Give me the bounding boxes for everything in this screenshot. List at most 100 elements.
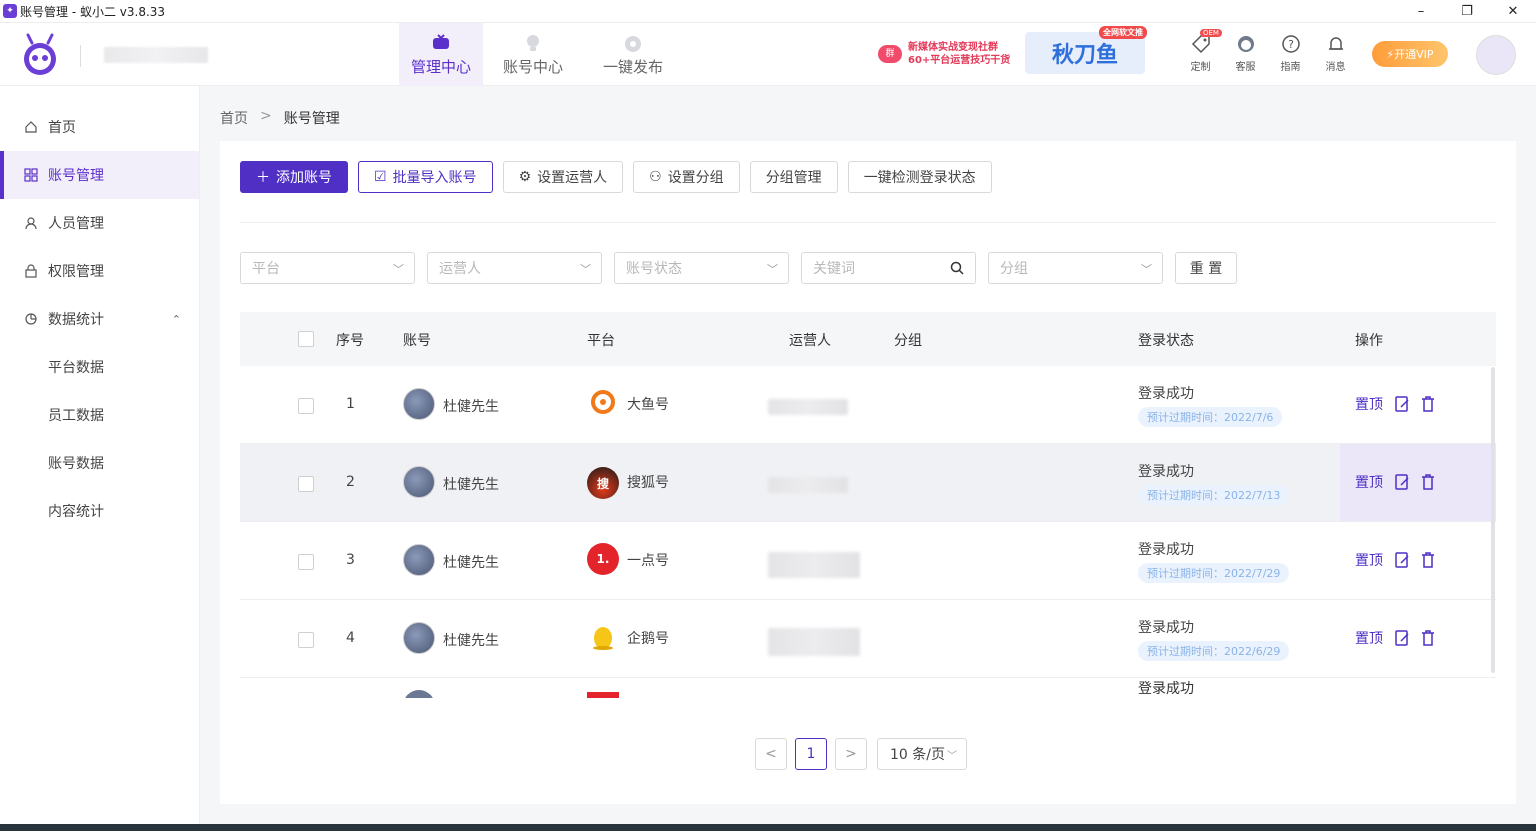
user-avatar[interactable] [1476,35,1516,75]
button-label: 设置运营人 [537,170,608,186]
ant-logo-icon[interactable] [18,31,62,79]
next-page-button[interactable]: > [835,738,867,770]
sidebar-subitem-account-data[interactable]: 账号数据 [0,439,199,487]
table-row: 2 杜健先生 搜 搜狐号 登录成功 预计过期时间：2022/7/13 置顶 [240,444,1496,522]
select-all-checkbox[interactable] [298,331,314,347]
avatar [403,544,435,576]
header-operations: 操作 [1355,333,1383,349]
add-account-button[interactable]: ＋ 添加账号 [240,161,348,193]
vip-label: 开通VIP [1394,48,1434,61]
group-select[interactable]: 分组 ﹀ [988,252,1163,284]
sidebar: 首页 账号管理 人员管理 权限管理 数据统计 ⌃ 平台数据 员工数据 账号数据 … [0,86,200,824]
tab-account-center[interactable]: 账号中心 [483,23,583,86]
bulk-import-button[interactable]: ☑ 批量导入账号 [358,161,493,193]
row-operations: 置顶 [1355,550,1445,570]
platform-select[interactable]: 平台 ﹀ [240,252,415,284]
trash-icon[interactable] [1419,395,1437,413]
table-row: 1 杜健先生 大鱼号 登录成功 预计过期时间：2022/7/6 置顶 [240,366,1496,444]
edit-icon[interactable] [1393,473,1411,491]
header-login-status: 登录状态 [1138,333,1194,349]
sidebar-item-home[interactable]: 首页 [0,103,199,151]
support-button[interactable]: 客服 [1223,33,1268,73]
sidebar-subitem-platform-data[interactable]: 平台数据 [0,343,199,391]
sidebar-item-data-statistics[interactable]: 数据统计 ⌃ [0,295,199,343]
home-icon [25,121,37,133]
open-vip-button[interactable]: ⚡ 开通VIP [1372,41,1448,67]
table-scrollbar[interactable] [1491,367,1495,673]
chevron-up-icon: ⌃ [171,312,181,326]
svg-text:?: ? [1288,38,1294,51]
row-checkbox[interactable] [298,632,314,648]
avatar [403,622,435,654]
tab-one-click-publish[interactable]: 一键发布 [583,23,683,86]
qiudaoyu-promo-banner[interactable]: 秋刀鱼 全网软文推 [1025,26,1147,74]
platform-name: 一点号 [627,553,669,569]
login-status: 登录成功 预计过期时间：2022/7/29 [1138,539,1290,583]
pin-button[interactable]: 置顶 [1355,394,1383,414]
plus-icon: ＋ [256,170,270,186]
sidebar-item-permission-management[interactable]: 权限管理 [0,247,199,295]
prev-page-button[interactable]: < [755,738,787,770]
platform-name: 搜狐号 [627,475,669,491]
edit-icon[interactable] [1393,395,1411,413]
select-placeholder: 账号状态 [626,261,682,277]
operator-select[interactable]: 运营人 ﹀ [427,252,602,284]
reset-button[interactable]: 重 置 [1175,252,1237,284]
pin-button[interactable]: 置顶 [1355,472,1383,492]
page-1-button[interactable]: 1 [795,738,827,770]
status-text: 登录成功 [1138,464,1194,480]
accounts-table: 序号 账号 平台 运营人 分组 登录状态 操作 1 杜健先生 大鱼号 登录成功 … [240,312,1496,698]
close-button[interactable]: ✕ [1490,0,1536,23]
set-group-button[interactable]: ⚇ 设置分组 [633,161,740,193]
row-checkbox[interactable] [298,554,314,570]
account-name: 杜健先生 [443,399,499,415]
select-placeholder: 分组 [1000,261,1028,277]
sidebar-item-staff-management[interactable]: 人员管理 [0,199,199,247]
community-promo-banner[interactable]: 群 新媒体实战变现社群 60+平台运营技巧干货 [878,37,1018,71]
trash-icon[interactable] [1419,473,1437,491]
pagination: < 1 > 10 条/页 ﹀ [755,738,967,770]
page-size-select[interactable]: 10 条/页 ﹀ [877,738,967,770]
expire-badge: 预计过期时间：2022/7/29 [1138,563,1290,583]
row-checkbox[interactable] [298,476,314,492]
row-checkbox[interactable] [298,398,314,414]
keyword-input[interactable]: 关键词 [801,252,976,284]
edit-icon[interactable] [1393,629,1411,647]
account-status-select[interactable]: 账号状态 ﹀ [614,252,789,284]
sidebar-item-label: 账号管理 [48,168,104,184]
check-login-status-button[interactable]: 一键检测登录状态 [847,161,992,193]
group-manage-button[interactable]: 分组管理 [749,161,838,193]
tab-management-center[interactable]: 管理中心 [399,23,483,86]
breadcrumb-home[interactable]: 首页 [220,108,248,128]
pin-button[interactable]: 置顶 [1355,550,1383,570]
search-icon[interactable] [949,260,965,276]
set-operator-button[interactable]: ⚙ 设置运营人 [502,161,624,193]
guide-button[interactable]: ? 指南 [1268,33,1313,73]
pin-button[interactable]: 置顶 [1355,628,1383,648]
sidebar-subitem-employee-data[interactable]: 员工数据 [0,391,199,439]
header-operator: 运营人 [789,333,831,349]
account-name: 杜健先生 [443,633,499,649]
messages-button[interactable]: 消息 [1313,33,1358,73]
custom-button[interactable]: OEM 定制 [1178,29,1223,73]
table-row-partial: 登录成功 [240,678,1496,698]
sidebar-item-label: 数据统计 [48,312,104,328]
edit-icon[interactable] [1393,551,1411,569]
maximize-button[interactable]: ❐ [1444,0,1490,23]
promo-label: 秋刀鱼 [1051,43,1118,68]
sidebar-item-label: 权限管理 [48,264,104,280]
row-operations: 置顶 [1355,394,1445,414]
minimize-button[interactable]: – [1398,0,1444,23]
status-text: 登录成功 [1138,542,1194,558]
app-icon: ✦ [3,4,17,18]
expire-badge: 预计过期时间：2022/7/6 [1138,407,1283,427]
button-label: 批量导入账号 [392,170,477,186]
user-icon [25,217,37,230]
help-circle-icon: ? [1281,35,1300,53]
breadcrumb-separator: > [260,108,272,124]
trash-icon[interactable] [1419,629,1437,647]
sidebar-subitem-content-statistics[interactable]: 内容统计 [0,487,199,535]
button-label: 设置分组 [667,170,724,186]
trash-icon[interactable] [1419,551,1437,569]
sidebar-item-account-management[interactable]: 账号管理 [0,151,199,199]
